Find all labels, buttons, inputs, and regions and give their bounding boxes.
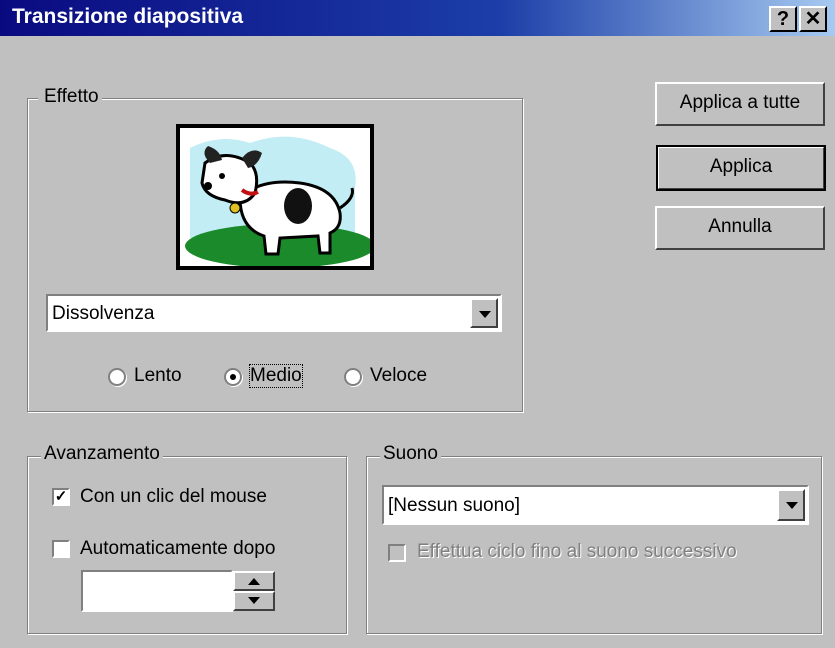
cancel-button[interactable]: Annulla (655, 206, 825, 250)
window-title: Transizione diapositiva (12, 5, 244, 28)
loop-checkbox[interactable] (388, 544, 406, 562)
apply-all-button[interactable]: Applica a tutte (655, 82, 825, 126)
transition-preview (176, 124, 374, 270)
automatic-time-input[interactable] (81, 570, 233, 612)
sound-dropdown[interactable]: [Nessun suono] (382, 485, 809, 525)
spin-down-icon[interactable] (233, 591, 275, 611)
effect-dropdown[interactable]: Dissolvenza (46, 294, 502, 332)
spin-up-icon[interactable] (233, 571, 275, 591)
help-button[interactable]: ? (769, 6, 797, 32)
dog-preview-image (185, 136, 370, 266)
time-spinner[interactable] (233, 571, 275, 611)
speed-radio-veloce[interactable] (344, 368, 362, 386)
close-button[interactable]: ✕ (799, 6, 827, 32)
apply-button[interactable]: Applica (656, 145, 826, 191)
advance-legend: Avanzamento (41, 443, 163, 465)
speed-radio-medio[interactable] (224, 368, 242, 386)
speed-label-lento[interactable]: Lento (134, 365, 182, 387)
effect-legend-text: Effetto (41, 86, 102, 108)
loop-label: Effettua ciclo fino al suono successivo (417, 541, 737, 562)
effect-dropdown-value: Dissolvenza (52, 303, 155, 324)
sound-dropdown-value: [Nessun suono] (388, 495, 521, 516)
on-click-label[interactable]: Con un clic del mouse (80, 486, 267, 508)
automatic-checkbox[interactable] (52, 540, 70, 558)
title-bar: Transizione diapositiva ? ✕ (0, 0, 835, 36)
sound-dropdown-arrow-icon[interactable] (777, 489, 805, 521)
sound-legend: Suono (380, 443, 441, 465)
effect-dropdown-arrow-icon[interactable] (470, 298, 498, 328)
automatic-label[interactable]: Automaticamente dopo (80, 538, 275, 560)
on-click-checkbox[interactable]: ✓ (52, 488, 70, 506)
speed-label-veloce[interactable]: Veloce (370, 365, 427, 387)
speed-label-medio[interactable]: Medio (249, 364, 303, 388)
speed-radio-lento[interactable] (108, 368, 126, 386)
